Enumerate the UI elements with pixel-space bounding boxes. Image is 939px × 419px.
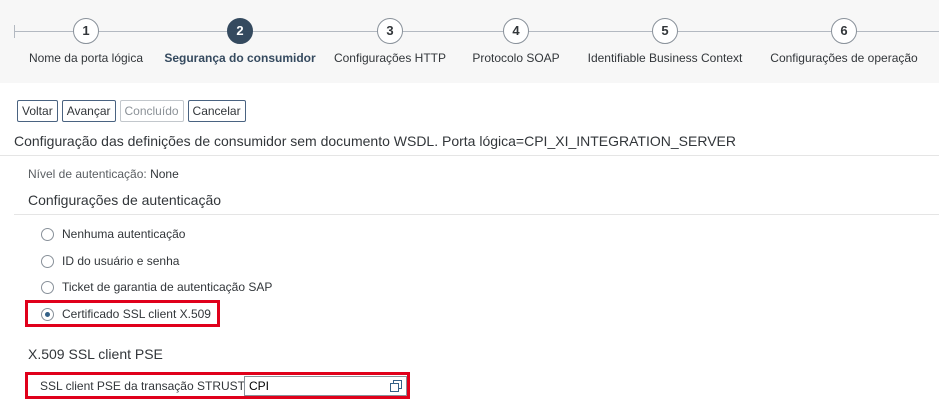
step-number: 2 [227,18,253,44]
auth-level: Nível de autenticação: None [28,167,179,181]
radio-no-auth[interactable]: Nenhuma autenticação [41,227,185,241]
finish-button: Concluído [119,100,184,122]
wizard-step-6[interactable]: 6 Configurações de operação [754,0,934,65]
step-label: Identifiable Business Context [587,51,743,65]
step-label: Configurações de operação [770,51,918,65]
radio-label: ID do usuário e senha [62,254,180,268]
page-title: Configuração das definições de consumido… [14,133,736,149]
wizard-toolbar: Voltar Avançar Concluído Cancelar [17,100,250,122]
radio-label: Ticket de garantia de autenticação SAP [62,280,273,294]
auth-settings-title: Configurações de autenticação [28,192,222,208]
pse-section-title: X.509 SSL client PSE [28,346,163,362]
wizard-header: 1 Nome da porta lógica 2 Segurança do co… [0,0,939,83]
step-number: 6 [831,18,857,44]
step-number: 1 [73,18,99,44]
back-button[interactable]: Voltar [17,100,58,122]
radio-button-icon[interactable] [41,254,54,268]
cancel-button[interactable]: Cancelar [187,100,246,122]
wizard-step-5[interactable]: 5 Identifiable Business Context [575,0,755,65]
step-number: 4 [503,18,529,44]
radio-user-password[interactable]: ID do usuário e senha [41,254,179,268]
divider [0,155,939,156]
radio-label: Nenhuma autenticação [62,227,186,241]
next-button[interactable]: Avançar [61,100,116,122]
divider [14,214,939,215]
auth-level-value: None [150,167,179,181]
radio-button-icon[interactable] [41,280,54,294]
highlight-frame [25,372,410,399]
auth-level-label: Nível de autenticação: [28,167,147,181]
radio-sap-assertion-ticket[interactable]: Ticket de garantia de autenticação SAP [41,280,272,294]
step-number: 3 [377,18,403,44]
radio-button-icon[interactable] [41,227,54,241]
step-number: 5 [652,18,678,44]
highlight-frame [25,300,220,327]
